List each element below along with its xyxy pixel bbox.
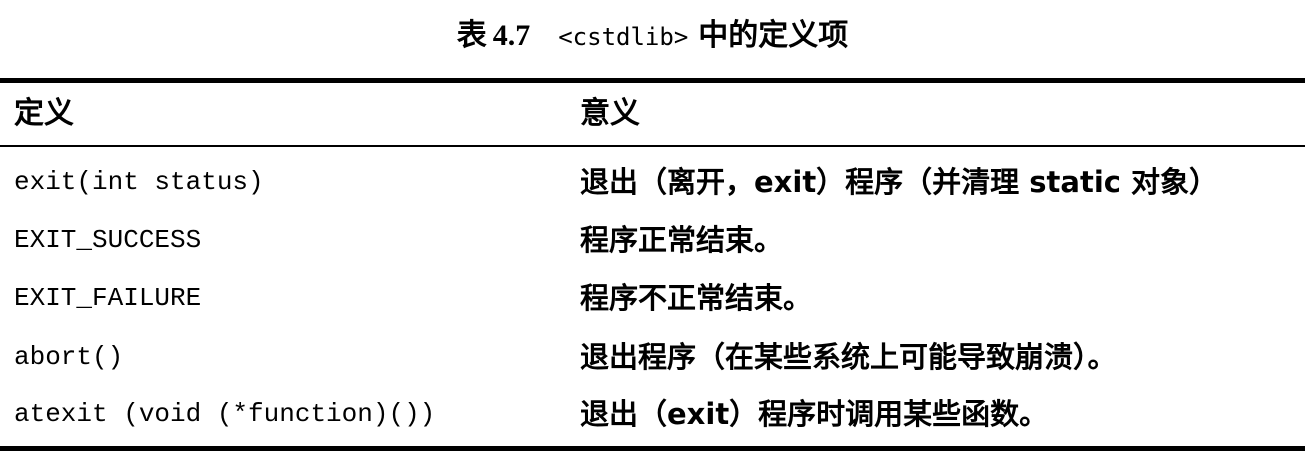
table-row: exit(int status) 退出（离开，exit）程序（并清理 stati…: [0, 152, 1305, 212]
definition-cell: exit(int status): [14, 167, 264, 197]
table-row: atexit (void (*function)()) 退出（exit）程序时调…: [0, 384, 1305, 444]
table-row: EXIT_FAILURE 程序不正常结束。: [0, 268, 1305, 328]
caption-title-suffix: 中的定义项: [698, 18, 849, 53]
column-header-definition: 定义: [14, 96, 74, 131]
caption-number: 4.7: [492, 19, 531, 52]
definition-cell: atexit (void (*function)()): [14, 399, 436, 429]
table-header-rule: [0, 145, 1305, 147]
meaning-cell: 退出（exit）程序时调用某些函数。: [580, 397, 1049, 431]
caption-label: 表: [456, 18, 487, 53]
caption-header-name: <cstdlib>: [558, 23, 689, 51]
table-row: EXIT_SUCCESS 程序正常结束。: [0, 210, 1305, 270]
meaning-cell: 退出（离开，exit）程序（并清理 static 对象）: [580, 165, 1219, 199]
table-caption: 表 4.7 <cstdlib> 中的定义项: [0, 16, 1305, 57]
table-top-rule: [0, 78, 1305, 83]
definition-cell: abort(): [14, 342, 124, 372]
meaning-cell: 程序不正常结束。: [580, 281, 813, 315]
column-header-meaning: 意义: [580, 96, 640, 131]
definition-cell: EXIT_FAILURE: [14, 283, 202, 313]
meaning-cell: 退出程序（在某些系统上可能导致崩溃）。: [580, 340, 1117, 374]
table-row: abort() 退出程序（在某些系统上可能导致崩溃）。: [0, 327, 1305, 387]
meaning-cell: 程序正常结束。: [580, 223, 784, 257]
table-bottom-rule: [0, 446, 1305, 451]
definition-cell: EXIT_SUCCESS: [14, 225, 202, 255]
